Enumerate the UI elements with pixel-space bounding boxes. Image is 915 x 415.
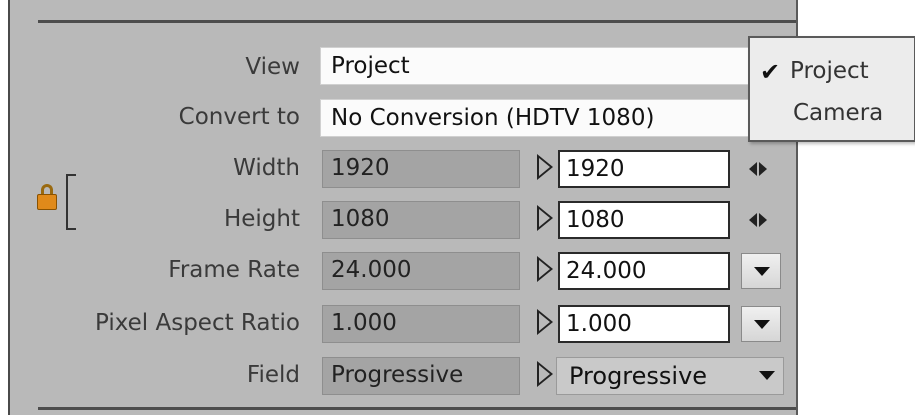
frame-rate-source-field: 24.000	[322, 252, 520, 290]
frame-rate-input[interactable]: 24.000	[558, 252, 730, 290]
chevron-down-icon	[759, 371, 775, 380]
width-label: Width	[233, 155, 300, 181]
frame-rate-dropdown-button[interactable]	[741, 253, 781, 289]
lock-icon[interactable]	[37, 184, 59, 210]
pixel-aspect-ratio-dropdown-button[interactable]	[741, 306, 781, 342]
triangle-right-icon	[537, 205, 553, 231]
triangle-right-icon	[537, 309, 553, 335]
height-stepper-icon[interactable]	[745, 205, 781, 235]
chevron-down-icon	[754, 267, 770, 276]
field-dropdown-value: Progressive	[569, 362, 708, 390]
view-popup-menu: ✔ Project Camera	[748, 36, 915, 142]
width-input[interactable]: 1920	[558, 150, 730, 188]
bottom-divider	[38, 407, 796, 410]
width-stepper-icon[interactable]	[745, 154, 781, 184]
checkmark-icon: ✔	[760, 58, 781, 86]
height-input[interactable]: 1080	[558, 201, 730, 239]
pixel-aspect-ratio-input[interactable]: 1.000	[558, 305, 730, 343]
convert-to-label: Convert to	[178, 104, 300, 130]
pixel-aspect-ratio-label: Pixel Aspect Ratio	[94, 310, 300, 336]
pixel-aspect-ratio-source-field: 1.000	[322, 305, 520, 343]
field-source-field: Progressive	[322, 357, 520, 395]
link-bracket	[66, 174, 76, 230]
top-divider	[38, 20, 796, 23]
view-label: View	[245, 54, 300, 80]
height-label: Height	[223, 206, 300, 232]
chevron-down-icon	[754, 320, 770, 329]
triangle-right-icon	[537, 256, 553, 282]
width-source-field: 1920	[322, 150, 520, 188]
field-dropdown[interactable]: Progressive	[556, 357, 784, 395]
menu-item-camera[interactable]: Camera	[793, 100, 883, 126]
frame-rate-label: Frame Rate	[168, 257, 300, 283]
view-dropdown[interactable]: Project	[320, 47, 752, 85]
menu-item-project[interactable]: Project	[790, 58, 869, 84]
height-source-field: 1080	[322, 201, 520, 239]
convert-to-dropdown[interactable]: No Conversion (HDTV 1080)	[320, 99, 752, 137]
triangle-right-icon	[537, 154, 553, 180]
field-label: Field	[246, 362, 300, 388]
triangle-right-icon	[537, 361, 553, 387]
